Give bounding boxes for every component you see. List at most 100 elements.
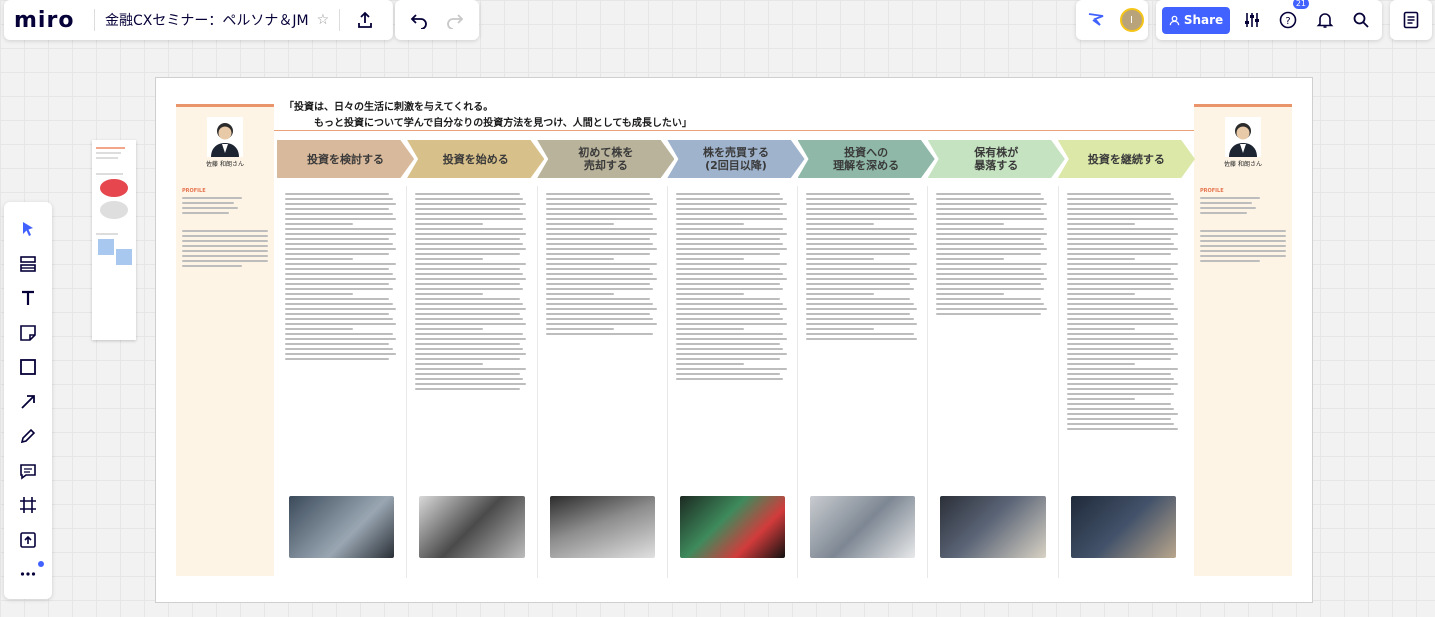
- column-text: [675, 283, 781, 285]
- stage-start[interactable]: 投資を始める: [407, 140, 545, 178]
- export-icon[interactable]: [350, 5, 380, 35]
- bell-icon[interactable]: [1310, 5, 1340, 35]
- stage-continue[interactable]: 投資を継続する: [1057, 140, 1195, 178]
- column-text: [675, 253, 781, 255]
- search-icon[interactable]: [1346, 5, 1376, 35]
- column-text: [1066, 318, 1175, 320]
- stage-trading[interactable]: 株を売買する (2回目以降): [667, 140, 805, 178]
- column-text: [545, 253, 650, 255]
- stage-photo[interactable]: [549, 496, 655, 558]
- column-text: [415, 313, 520, 315]
- board-title[interactable]: 金融CXセミナー：ペルソナ＆JM: [105, 10, 309, 30]
- column-text: [415, 353, 527, 355]
- column-text: [545, 198, 654, 200]
- column-text: [285, 233, 397, 235]
- stage-consider[interactable]: 投資を検討する: [277, 140, 415, 178]
- column-text: [806, 338, 918, 340]
- column-text: [285, 258, 353, 260]
- column-text: [675, 238, 781, 240]
- cursor-icon[interactable]: [10, 212, 46, 247]
- share-button[interactable]: Share: [1162, 6, 1230, 34]
- settings-sliders-icon[interactable]: [1237, 5, 1267, 35]
- journey-column[interactable]: [407, 186, 538, 578]
- templates-icon[interactable]: [10, 247, 46, 282]
- journey-column[interactable]: [538, 186, 668, 578]
- help-icon[interactable]: ? 21: [1273, 0, 1309, 35]
- column-text: [806, 308, 918, 310]
- stage-photo[interactable]: [1070, 496, 1176, 558]
- column-text: [415, 373, 520, 375]
- stage-learning[interactable]: 投資への 理解を深める: [797, 140, 935, 178]
- notes-icon[interactable]: [1396, 5, 1426, 35]
- star-icon[interactable]: ☆: [317, 12, 330, 28]
- column-text: [1066, 383, 1178, 385]
- column-text: [936, 313, 1041, 315]
- column-text: [415, 378, 523, 380]
- journey-column[interactable]: [798, 186, 929, 578]
- column-text: [415, 193, 520, 195]
- column-text: [675, 248, 787, 250]
- column-text: [415, 368, 527, 370]
- column-text: [545, 328, 614, 330]
- profile-text: [1200, 202, 1252, 204]
- reactions-icon[interactable]: [1081, 5, 1111, 35]
- column-text: [1066, 288, 1175, 290]
- column-text: [285, 293, 353, 295]
- stage-first-sale[interactable]: 初めて株を 売却する: [537, 140, 675, 178]
- pen-icon[interactable]: [10, 419, 46, 454]
- column-text: [415, 388, 520, 390]
- text-icon[interactable]: [10, 281, 46, 316]
- frame-icon[interactable]: [10, 488, 46, 523]
- journey-map-frame[interactable]: 「投資は、日々の生活に刺激を与えてくれる。 もっと投資について学んで自分なりの投…: [155, 77, 1313, 603]
- arrow-icon[interactable]: [10, 385, 46, 420]
- column-text: [285, 323, 397, 325]
- column-text: [285, 348, 393, 350]
- stage-photo[interactable]: [810, 496, 916, 558]
- column-text: [936, 253, 1041, 255]
- journey-column[interactable]: [1059, 186, 1188, 578]
- upload-icon[interactable]: [10, 523, 46, 558]
- undo-icon[interactable]: [404, 5, 434, 35]
- column-text: [675, 258, 744, 260]
- journey-column[interactable]: [277, 186, 408, 578]
- column-text: [806, 273, 914, 275]
- persona-card-right[interactable]: 佐藤 和朗さん PROFILE: [1194, 104, 1292, 576]
- journey-column[interactable]: [668, 186, 799, 578]
- column-text: [806, 283, 911, 285]
- stage-photo[interactable]: [419, 496, 525, 558]
- comment-icon[interactable]: [10, 454, 46, 489]
- square-icon[interactable]: [10, 350, 46, 385]
- column-text: [1066, 353, 1178, 355]
- column-text: [675, 303, 784, 305]
- column-text: [806, 253, 911, 255]
- column-text: [415, 383, 527, 385]
- column-text: [285, 268, 390, 270]
- column-text: [285, 288, 393, 290]
- avatar[interactable]: I: [1119, 8, 1144, 32]
- stage-crash[interactable]: 保有株が 暴落する: [927, 140, 1065, 178]
- persona-card-left[interactable]: 佐藤 和朗さん PROFILE: [176, 104, 274, 576]
- column-text: [675, 363, 744, 365]
- column-text: [1066, 213, 1175, 215]
- column-text: [936, 228, 1045, 230]
- mini-frame[interactable]: [92, 140, 136, 340]
- column-text: [1066, 283, 1171, 285]
- column-text: [806, 263, 918, 265]
- column-text: [675, 353, 787, 355]
- journey-column[interactable]: [928, 186, 1059, 578]
- column-text: [675, 308, 787, 310]
- redo-icon[interactable]: [440, 5, 470, 35]
- column-text: [415, 358, 520, 360]
- stage-photo[interactable]: [679, 496, 786, 558]
- column-text: [806, 268, 911, 270]
- column-text: [415, 363, 484, 365]
- profile-text: [1200, 245, 1286, 247]
- stage-photo[interactable]: [940, 496, 1046, 558]
- column-text: [285, 278, 397, 280]
- sticky-note-icon[interactable]: [10, 316, 46, 351]
- mini-text: [96, 152, 122, 154]
- stage-photo[interactable]: [289, 496, 395, 558]
- column-text: [1066, 268, 1171, 270]
- miro-logo[interactable]: miro: [14, 8, 84, 33]
- column-text: [675, 323, 787, 325]
